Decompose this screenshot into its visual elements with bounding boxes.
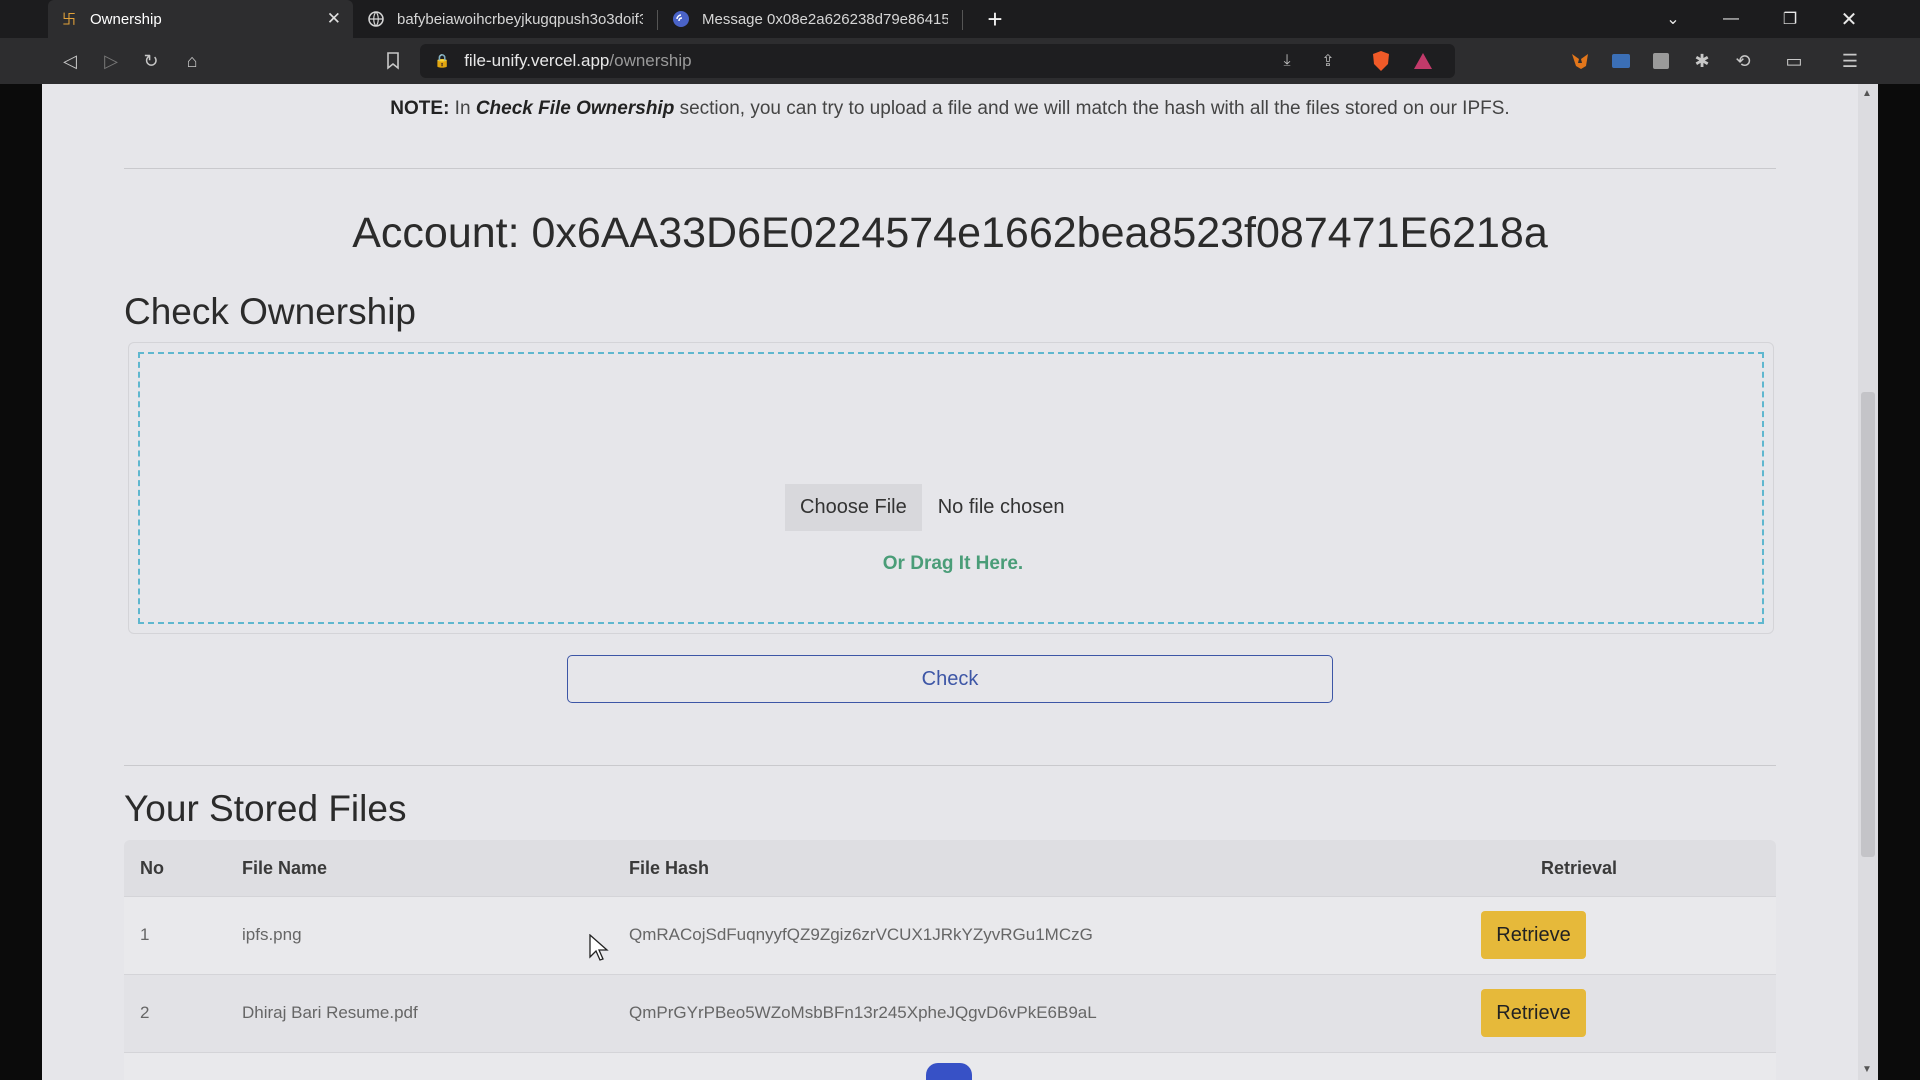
back-icon[interactable]: ◁ [55, 46, 85, 76]
table-row: 1 ipfs.png QmRACojSdFuqnyyfQZ9Zgiz6zrVCU… [124, 896, 1776, 974]
brave-shield-icon[interactable] [1368, 48, 1394, 74]
brave-rewards-icon[interactable] [1410, 48, 1436, 74]
row-number: 2 [140, 1003, 150, 1022]
tab-title: Ownership [90, 10, 162, 28]
column-header-file-name: File Name [242, 857, 328, 878]
tab-separator [962, 10, 963, 30]
scroll-to-top-button[interactable] [926, 1063, 972, 1080]
stored-files-table: No File Name File Hash Retrieval 1 ipfs.… [124, 840, 1776, 1080]
tab-ipfs[interactable]: bafybeiawoihcrbeyjkugqpush3o3doif3 [355, 0, 655, 38]
scroll-down-icon[interactable]: ▼ [1862, 1064, 1872, 1075]
close-tab-icon[interactable]: ✕ [327, 9, 341, 29]
forward-icon[interactable]: ▷ [96, 46, 126, 76]
note-label: NOTE: [390, 98, 450, 119]
file-name: ipfs.png [242, 925, 302, 944]
retrieve-button[interactable]: Retrieve [1481, 911, 1586, 959]
puzzle-icon[interactable]: ✱ [1687, 46, 1717, 76]
download-icon[interactable]: ⤓ [1274, 48, 1300, 74]
table-row: 2 Dhiraj Bari Resume.pdf QmPrGYrPBeo5WZo… [124, 974, 1776, 1052]
check-button[interactable]: Check [567, 655, 1333, 703]
page-scrollbar[interactable]: ▲ ▼ [1858, 84, 1878, 1080]
scroll-up-icon[interactable]: ▲ [1862, 88, 1872, 99]
window-frame [0, 84, 42, 1080]
tab-message[interactable]: Message 0x08e2a626238d79e864156 [660, 0, 960, 38]
tab-title: Message 0x08e2a626238d79e864156 [702, 10, 948, 28]
url-path: /ownership [609, 51, 692, 70]
column-header-retrieval: Retrieval [1541, 857, 1618, 878]
bookmark-icon[interactable] [378, 46, 408, 76]
minimize-icon[interactable]: — [1708, 0, 1754, 38]
file-status-text: No file chosen [937, 496, 1065, 518]
file-dropzone[interactable]: Choose File No file chosen Or Drag It He… [138, 352, 1764, 624]
table-header: No File Name File Hash Retrieval [124, 840, 1776, 896]
restore-icon[interactable]: ❐ [1767, 0, 1813, 38]
metamask-chat-icon [672, 10, 690, 28]
extension-icon[interactable] [1646, 46, 1676, 76]
column-header-no: No [140, 857, 164, 878]
note-text: section, you can try to upload a file an… [674, 98, 1510, 119]
choose-file-button[interactable]: Choose File [785, 484, 922, 531]
tab-list-icon[interactable]: ⌄ [1650, 0, 1696, 38]
row-number: 1 [140, 925, 150, 944]
browser-toolbar: ◁ ▷ ↻ ⌂ 🔒 file-unify.vercel.app /ownersh… [0, 38, 1920, 84]
new-tab-button[interactable]: + [980, 4, 1010, 34]
file-name: Dhiraj Bari Resume.pdf [242, 1003, 418, 1022]
tab-ownership[interactable]: 卐 Ownership ✕ [48, 0, 353, 38]
page-content: NOTE: In Check File Ownership section, y… [42, 84, 1858, 1080]
note-text: In [449, 98, 476, 119]
close-window-icon[interactable]: ✕ [1826, 0, 1872, 38]
share-icon[interactable]: ⇪ [1315, 48, 1341, 74]
menu-icon[interactable]: ☰ [1835, 46, 1865, 76]
file-input[interactable]: Choose File No file chosen [785, 484, 1064, 531]
file-hash: QmPrGYrPBeo5WZoMsbBFn13r245XpheJQgvD6vPk… [629, 1003, 1097, 1022]
url-host: file-unify.vercel.app [464, 51, 610, 70]
column-header-file-hash: File Hash [629, 857, 710, 878]
file-hash: QmRACojSdFuqnyyfQZ9Zgiz6zrVCUX1JRkYZyvRG… [629, 925, 1093, 944]
tab-title: bafybeiawoihcrbeyjkugqpush3o3doif3 [397, 10, 643, 28]
note-text: NOTE: In Check File Ownership section, y… [42, 98, 1858, 120]
wallet-icon[interactable]: ▭ [1779, 46, 1809, 76]
check-ownership-heading: Check Ownership [124, 291, 417, 332]
window-frame [1878, 84, 1920, 1080]
retrieve-button[interactable]: Retrieve [1481, 989, 1586, 1037]
unify-logo-icon: 卐 [62, 11, 76, 27]
lock-icon: 🔒 [434, 53, 451, 68]
tab-separator [657, 10, 658, 30]
drag-hint: Or Drag It Here. [882, 553, 1024, 574]
home-icon[interactable]: ⌂ [177, 46, 207, 76]
address-bar[interactable]: 🔒 file-unify.vercel.app /ownership ⤓ ⇪ [420, 44, 1455, 78]
mouse-cursor-icon [589, 934, 609, 961]
divider [124, 168, 1776, 169]
account-address: Account: 0x6AA33D6E0224574e1662bea8523f0… [352, 209, 1548, 257]
scrollbar-thumb[interactable] [1861, 392, 1875, 857]
globe-icon [367, 10, 385, 28]
stored-files-heading: Your Stored Files [124, 788, 407, 829]
metamask-extension-icon[interactable] [1565, 46, 1595, 76]
divider [124, 765, 1776, 766]
reload-icon[interactable]: ↻ [136, 46, 166, 76]
sync-icon[interactable]: ⟲ [1728, 46, 1758, 76]
note-emphasis: Check File Ownership [475, 98, 675, 119]
upload-card: Choose File No file chosen Or Drag It He… [128, 342, 1774, 634]
tab-bar: 卐 Ownership ✕ bafybeiawoihcrbeyjkugqpush… [0, 0, 1920, 38]
extension-icon[interactable] [1606, 46, 1636, 76]
